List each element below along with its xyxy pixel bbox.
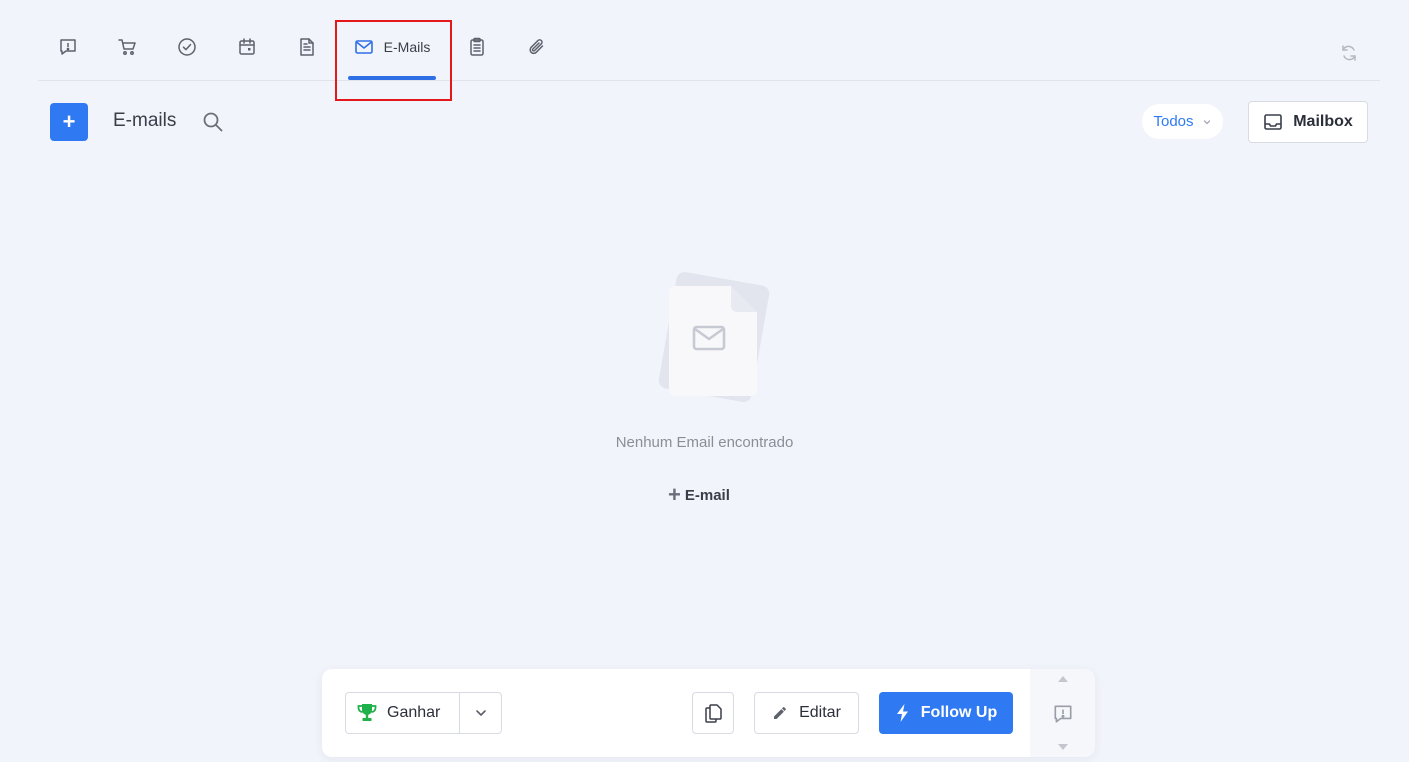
win-label: Ganhar [387,704,441,721]
copy-button[interactable] [692,692,734,734]
chevron-down-icon [475,710,486,716]
copy-icon [705,704,722,723]
tab-tasks[interactable] [176,30,198,64]
page: E-Mails + E-mails Todos Mailbox Nenhum E… [0,0,1409,762]
tab-clipboard[interactable] [466,30,488,64]
refresh-icon[interactable] [1339,43,1359,63]
filter-select[interactable]: Todos [1142,104,1223,139]
tab-emails[interactable]: E-Mails [348,30,436,64]
empty-add-email-label: E-mail [684,486,730,504]
empty-mail-illustration [658,272,770,402]
paperclip-icon [529,39,544,55]
tab-attachments[interactable] [526,30,548,64]
add-email-button[interactable]: + [50,103,88,141]
lightning-icon [896,704,908,722]
pencil-icon [774,707,787,719]
active-tab-indicator [348,76,436,80]
follow-up-button[interactable]: Follow Up [879,692,1013,734]
caret-up-icon[interactable] [1057,675,1069,683]
edit-button[interactable]: Editar [754,692,859,734]
tab-calendar[interactable] [236,30,258,64]
mailbox-button[interactable]: Mailbox [1248,101,1368,143]
tab-bar: E-Mails [38,0,1380,81]
document-icon [300,38,314,56]
alert-square-icon[interactable] [1052,703,1074,725]
plus-icon: + [668,482,681,507]
calendar-icon [239,38,255,55]
clipboard-icon [470,37,484,56]
trophy-icon [357,704,377,721]
action-bar: Ganhar Editar Follow Up [322,669,1095,757]
side-panel [1030,669,1095,757]
cart-icon [118,39,136,55]
win-dropdown-toggle[interactable] [460,693,501,733]
tab-documents[interactable] [296,30,318,64]
check-circle-icon [178,38,196,56]
edit-label: Editar [799,704,841,721]
tab-orders[interactable] [116,30,138,64]
win-button[interactable]: Ganhar [346,693,460,733]
win-split-button: Ganhar [345,692,502,734]
add-email-label: + [62,109,76,134]
mail-icon [354,40,373,54]
alert-square-icon [60,39,76,55]
chevron-down-icon [1203,119,1210,124]
mailbox-label: Mailbox [1293,113,1353,130]
caret-down-icon[interactable] [1057,743,1069,751]
tab-emails-label: E-Mails [383,39,431,55]
tab-alerts[interactable] [57,30,79,64]
page-title: E-mails [113,110,177,131]
empty-add-email-button[interactable]: + E-mail [668,482,730,507]
search-icon[interactable] [202,111,224,133]
follow-up-label: Follow Up [920,704,998,721]
inbox-icon [1264,114,1283,130]
empty-state-message: Nenhum Email encontrado [615,434,794,451]
filter-value: Todos [1153,113,1194,130]
